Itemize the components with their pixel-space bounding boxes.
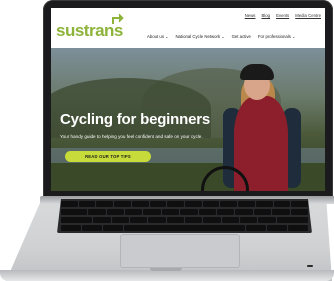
utility-nav: News Blog Events Media Centre <box>245 13 321 18</box>
key <box>273 201 291 207</box>
key <box>61 209 88 215</box>
key <box>167 201 185 207</box>
key <box>291 201 309 207</box>
key <box>78 201 96 207</box>
key <box>114 201 131 207</box>
key <box>88 209 106 215</box>
keyboard-row <box>57 225 312 231</box>
main-menu: About us National Cycle Network Get acti… <box>147 34 295 39</box>
key <box>103 225 124 231</box>
keyboard-row <box>57 209 312 215</box>
hero-title: Cycling for beginners <box>60 111 210 128</box>
menu-get-active[interactable]: Get active <box>232 34 251 39</box>
key <box>131 201 149 207</box>
key <box>82 225 103 231</box>
keyboard-row <box>57 217 312 223</box>
key <box>129 217 148 223</box>
key <box>61 201 78 207</box>
key <box>220 201 238 207</box>
util-link-news[interactable]: News <box>245 13 256 18</box>
key <box>166 217 185 223</box>
hero-hill <box>51 78 211 138</box>
key <box>253 209 272 215</box>
key <box>290 209 308 215</box>
read-top-tips-button[interactable]: READ OUR TOP TIPS <box>65 151 151 162</box>
laptop: sustrans News Blog Events Media Centre A… <box>0 0 334 281</box>
util-link-blog[interactable]: Blog <box>261 13 270 18</box>
lid-open-notch <box>150 268 182 271</box>
key <box>93 217 111 223</box>
site-header: sustrans News Blog Events Media Centre A… <box>51 8 325 48</box>
key <box>255 201 273 207</box>
rider-helmet <box>240 64 274 80</box>
key <box>198 209 216 215</box>
menu-for-professionals[interactable]: For professionals <box>258 34 295 39</box>
laptop-lid: sustrans News Blog Events Media Centre A… <box>43 0 333 197</box>
key <box>161 209 180 215</box>
key <box>245 225 266 231</box>
key <box>258 217 276 223</box>
key <box>240 217 258 223</box>
key <box>124 209 143 215</box>
util-link-events[interactable]: Events <box>276 13 289 18</box>
key <box>185 217 203 223</box>
key <box>203 217 221 223</box>
menu-national-cycle-network[interactable]: National Cycle Network <box>175 34 224 39</box>
key <box>149 201 167 207</box>
key <box>148 217 166 223</box>
key <box>96 201 114 207</box>
key <box>185 201 202 207</box>
laptop-front-edge <box>0 270 334 281</box>
arrow-up-right-icon <box>112 13 124 24</box>
util-link-media-centre[interactable]: Media Centre <box>295 13 321 18</box>
key <box>276 217 309 223</box>
key <box>238 201 255 207</box>
key <box>61 217 93 223</box>
keyboard-row <box>57 201 312 207</box>
spacebar <box>124 225 245 231</box>
key <box>287 225 308 231</box>
key <box>143 209 161 215</box>
key <box>221 217 240 223</box>
status-led <box>307 265 313 267</box>
key <box>216 209 235 215</box>
key <box>111 217 129 223</box>
key <box>272 209 290 215</box>
menu-about-us[interactable]: About us <box>147 34 168 39</box>
key <box>180 209 198 215</box>
key <box>266 225 287 231</box>
key <box>202 201 220 207</box>
trackpad <box>120 234 240 268</box>
key <box>235 209 253 215</box>
browser-screen: sustrans News Blog Events Media Centre A… <box>51 8 325 191</box>
key <box>61 225 82 231</box>
keyboard <box>57 199 312 233</box>
hero-banner: Cycling for beginners Your handy guide t… <box>51 48 325 191</box>
key <box>106 209 124 215</box>
hero-subtitle: Your handy guide to helping you feel con… <box>60 134 203 139</box>
